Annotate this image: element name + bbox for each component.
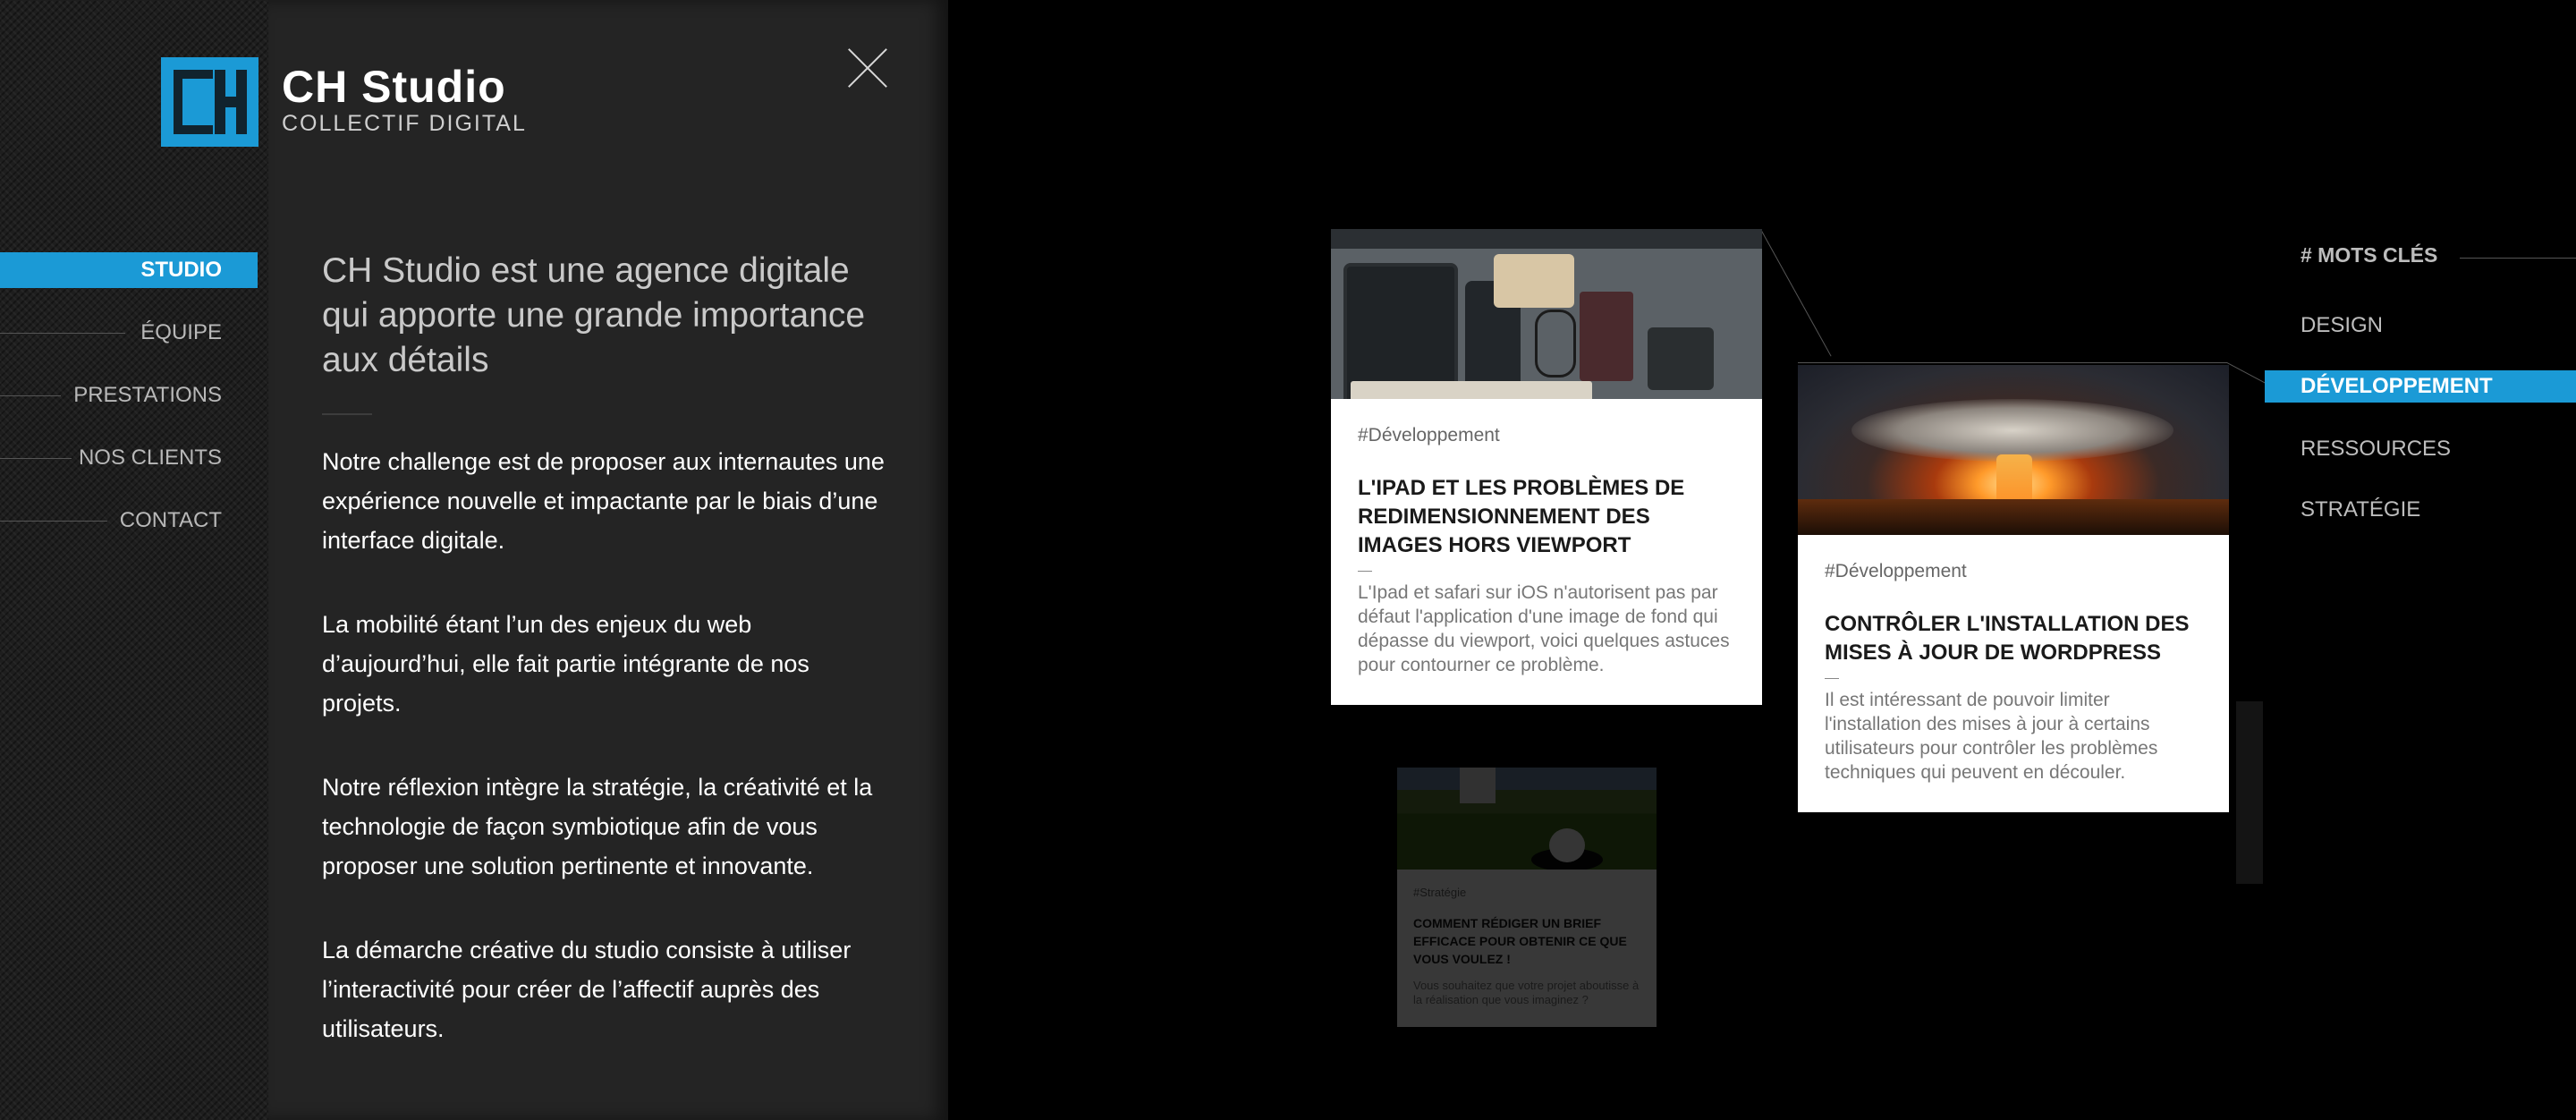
card-tag: #Stratégie	[1413, 886, 1467, 899]
nav-item-label: NOS CLIENTS	[78, 445, 222, 470]
paragraph: La mobilité étant l’un des enjeux du web…	[322, 611, 809, 717]
nav-line	[0, 458, 72, 459]
card-excerpt: L'Ipad et safari sur iOS n'autorisent pa…	[1358, 582, 1730, 675]
connector-line	[1761, 231, 1832, 357]
nav-item-studio[interactable]: STUDIO	[0, 252, 258, 288]
nav-line	[0, 333, 125, 334]
partial-card	[2236, 701, 2263, 884]
article-card[interactable]: #Développement CONTRÔLER L'INSTALLATION …	[1798, 365, 2229, 812]
keyword-strategie[interactable]: STRATÉGIE	[2301, 494, 2420, 526]
left-nav: STUDIO ÉQUIPE PRESTATIONS NOS CLIENTS CO…	[0, 252, 258, 565]
card-image	[1397, 768, 1657, 870]
close-icon[interactable]	[848, 48, 887, 88]
nav-item-label: STUDIO	[140, 258, 222, 282]
divider	[2460, 258, 2576, 259]
keyword-design[interactable]: DESIGN	[2301, 310, 2383, 342]
brand-tagline: COLLECTIF DIGITAL	[282, 111, 527, 136]
divider	[1825, 678, 1839, 679]
card-title: COMMENT RÉDIGER UN BRIEF EFFICACE POUR O…	[1413, 916, 1627, 966]
card-image	[1331, 229, 1762, 399]
article-card[interactable]: #Développement L'IPAD ET LES PROBLÈMES D…	[1331, 229, 1762, 705]
keyword-developpement[interactable]: DÉVELOPPEMENT	[2265, 370, 2576, 403]
connector-line	[2226, 362, 2266, 384]
divider	[1358, 571, 1372, 572]
divider	[322, 413, 372, 415]
nav-item-prestations[interactable]: PRESTATIONS	[0, 378, 258, 413]
ch-logo-icon	[161, 57, 258, 147]
card-image	[1798, 365, 2229, 535]
nav-line	[0, 521, 107, 522]
card-excerpt: Vous souhaitez que votre projet aboutiss…	[1413, 979, 1640, 1006]
logo[interactable]: CH Studio COLLECTIF DIGITAL	[161, 57, 527, 147]
paragraph: Notre réflexion intègre la stratégie, la…	[322, 774, 873, 879]
card-title[interactable]: CONTRÔLER L'INSTALLATION DES MISES À JOU…	[1825, 610, 2202, 667]
paragraph: Notre challenge est de proposer aux inte…	[322, 448, 885, 554]
brand-name: CH Studio	[282, 62, 506, 112]
card-title[interactable]: L'IPAD ET LES PROBLÈMES DE REDIMENSIONNE…	[1358, 474, 1735, 560]
nav-item-nos-clients[interactable]: NOS CLIENTS	[0, 440, 258, 476]
article-card[interactable]: #Stratégie COMMENT RÉDIGER UN BRIEF EFFI…	[1397, 768, 1657, 1027]
card-tag[interactable]: #Développement	[1358, 424, 1735, 447]
nav-item-contact[interactable]: CONTACT	[0, 503, 258, 539]
nav-item-label: ÉQUIPE	[140, 320, 222, 344]
nav-item-label: PRESTATIONS	[73, 383, 222, 407]
intro-heading: CH Studio est une agence digitale qui ap…	[322, 251, 866, 379]
keyword-ressources[interactable]: RESSOURCES	[2301, 433, 2451, 465]
nav-item-label: CONTACT	[119, 508, 222, 532]
connector-line	[1798, 362, 2227, 363]
keywords-title: # MOTS CLÉS	[2301, 243, 2438, 267]
paragraph: La démarche créative du studio consiste …	[322, 937, 852, 1042]
card-tag[interactable]: #Développement	[1825, 560, 2202, 583]
nav-item-equipe[interactable]: ÉQUIPE	[0, 315, 258, 351]
card-excerpt: Il est intéressant de pouvoir limiter l'…	[1825, 690, 2158, 783]
nav-line	[0, 395, 61, 396]
